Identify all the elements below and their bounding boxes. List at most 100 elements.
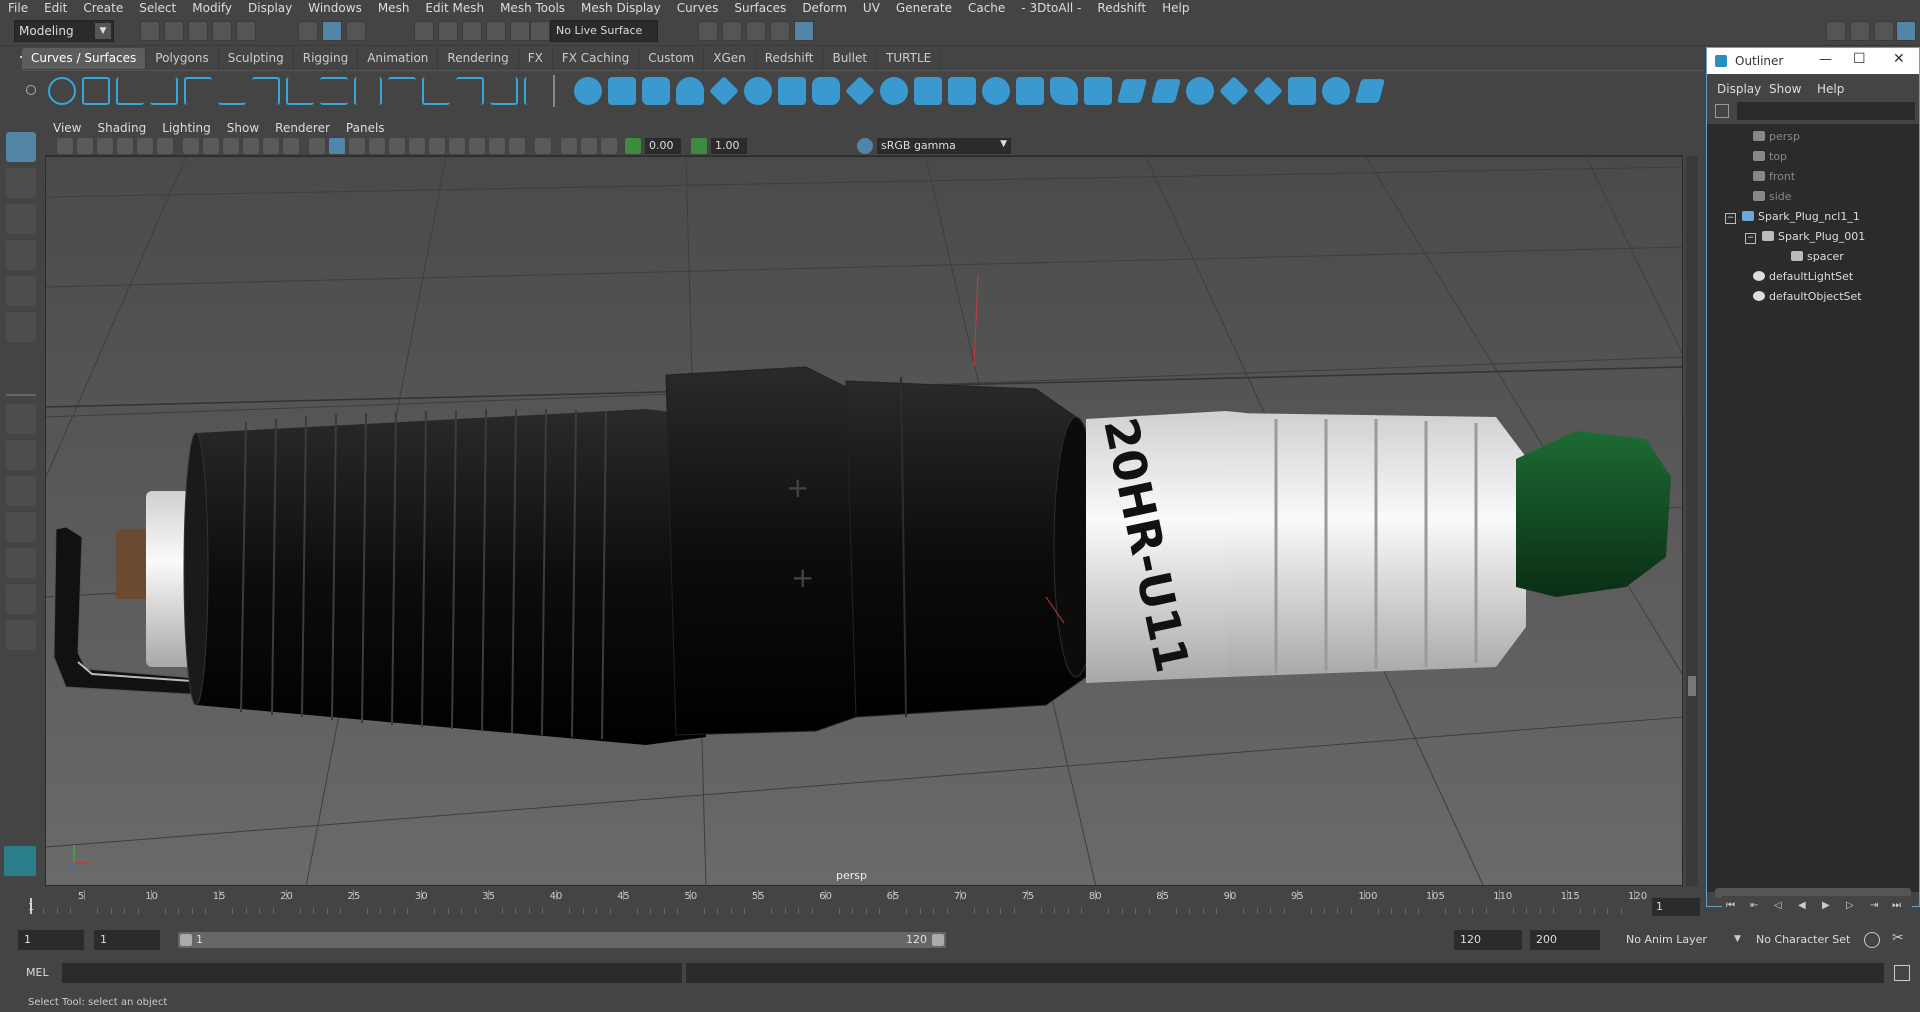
extend-surface-icon[interactable] bbox=[1354, 79, 1386, 103]
persp-graph-layout-icon[interactable] bbox=[6, 512, 36, 542]
shadows-icon[interactable] bbox=[429, 138, 445, 154]
nurbs-cone-icon[interactable] bbox=[676, 77, 704, 105]
untrim-icon[interactable] bbox=[1186, 77, 1214, 105]
command-language-label[interactable]: MEL bbox=[26, 966, 49, 979]
outliner-menu-help[interactable]: Help bbox=[1817, 82, 1844, 96]
select-by-component-icon[interactable] bbox=[346, 21, 366, 41]
revolve-icon[interactable] bbox=[778, 77, 806, 105]
shelf-tab-sculpting[interactable]: Sculpting bbox=[218, 48, 294, 69]
2d-pan-zoom-icon[interactable] bbox=[137, 138, 153, 154]
maximize-icon[interactable]: ☐ bbox=[1853, 51, 1866, 67]
step-back-key-icon[interactable]: ⇤ bbox=[1750, 900, 1758, 911]
wireframe-icon[interactable] bbox=[309, 138, 325, 154]
shelf-tab-rigging[interactable]: Rigging bbox=[293, 48, 359, 69]
snap-live-icon[interactable] bbox=[530, 21, 550, 41]
insert-knot-icon[interactable] bbox=[354, 77, 382, 105]
animation-start-field[interactable]: 1 bbox=[18, 930, 84, 950]
lasso-tool-icon[interactable] bbox=[6, 168, 36, 198]
outliner-filter-icon[interactable] bbox=[1715, 104, 1729, 118]
play-forward-icon[interactable]: ▶ bbox=[1822, 900, 1830, 911]
render-settings-icon[interactable] bbox=[698, 21, 718, 41]
camera-attributes-icon[interactable] bbox=[77, 138, 93, 154]
use-default-material-icon[interactable] bbox=[349, 138, 365, 154]
panel-menu-renderer[interactable]: Renderer bbox=[267, 121, 338, 135]
outliner-item[interactable]: spacer bbox=[1791, 250, 1844, 270]
menu-curves[interactable]: Curves bbox=[669, 1, 727, 15]
render-frame-icon[interactable] bbox=[722, 21, 742, 41]
select-by-hierarchy-icon[interactable] bbox=[298, 21, 318, 41]
trim-tool-icon[interactable] bbox=[1150, 79, 1182, 103]
outliner-item[interactable]: top bbox=[1753, 150, 1787, 170]
go-to-end-icon[interactable]: ⏭ bbox=[1892, 900, 1901, 911]
workspace-layout-icon[interactable] bbox=[1826, 21, 1846, 41]
outliner-item[interactable]: defaultObjectSet bbox=[1753, 290, 1862, 310]
playback-end-field[interactable]: 120 bbox=[1454, 930, 1522, 950]
curve-edit-icon[interactable] bbox=[524, 77, 552, 105]
attach-curves-icon[interactable] bbox=[286, 77, 314, 105]
image-plane-icon[interactable] bbox=[117, 138, 133, 154]
menu-3dtoall[interactable]: - 3DtoAll - bbox=[1013, 1, 1089, 15]
go-to-start-icon[interactable]: ⏮ bbox=[1726, 900, 1735, 911]
menu-cache[interactable]: Cache bbox=[960, 1, 1013, 15]
nurbs-circle-icon[interactable] bbox=[48, 77, 76, 105]
shelf-tab-custom[interactable]: Custom bbox=[639, 48, 705, 69]
xray-joints-icon[interactable] bbox=[581, 138, 597, 154]
outliner-item[interactable]: − Spark_Plug_001 bbox=[1745, 230, 1865, 250]
range-start-handle[interactable] bbox=[180, 934, 192, 946]
outliner-toggle-icon[interactable] bbox=[1896, 21, 1916, 41]
attribute-editor-toggle-icon[interactable] bbox=[1874, 21, 1894, 41]
safe-action-icon[interactable] bbox=[283, 138, 299, 154]
save-scene-icon[interactable] bbox=[188, 21, 208, 41]
reverse-curve-icon[interactable] bbox=[490, 77, 518, 105]
extend-curve-icon[interactable] bbox=[388, 77, 416, 105]
shelf-tab-bullet[interactable]: Bullet bbox=[823, 48, 878, 69]
close-icon[interactable]: ✕ bbox=[1893, 51, 1905, 67]
use-all-lights-icon[interactable] bbox=[409, 138, 425, 154]
outliner-item[interactable]: side bbox=[1753, 190, 1792, 210]
live-surface-field[interactable]: No Live Surface bbox=[550, 20, 658, 42]
menu-select[interactable]: Select bbox=[131, 1, 184, 15]
outliner-item[interactable]: persp bbox=[1753, 130, 1800, 150]
current-frame-field[interactable]: 1 bbox=[1652, 898, 1700, 916]
playback-range-bar[interactable]: 1 120 bbox=[178, 932, 946, 948]
shelf-tab-rendering[interactable]: Rendering bbox=[438, 48, 519, 69]
collapse-icon[interactable]: − bbox=[1745, 233, 1756, 244]
menu-modify[interactable]: Modify bbox=[184, 1, 240, 15]
menu-deform[interactable]: Deform bbox=[794, 1, 855, 15]
grid-toggle-icon[interactable] bbox=[183, 138, 199, 154]
shelf-tab-xgen[interactable]: XGen bbox=[704, 48, 756, 69]
snap-view-plane-icon[interactable] bbox=[486, 21, 506, 41]
menu-uv[interactable]: UV bbox=[855, 1, 888, 15]
bookmark-icon[interactable] bbox=[97, 138, 113, 154]
shelf-tab-curves-surfaces[interactable]: Curves / Surfaces bbox=[22, 48, 147, 69]
snap-point-icon[interactable] bbox=[462, 21, 482, 41]
menu-surfaces[interactable]: Surfaces bbox=[726, 1, 794, 15]
rebuild-curve-icon[interactable] bbox=[456, 77, 484, 105]
view-transform-select[interactable]: sRGB gamma ▼ bbox=[877, 138, 1011, 154]
detach-curves-icon[interactable] bbox=[320, 77, 348, 105]
wireframe-on-shaded-icon[interactable] bbox=[369, 138, 385, 154]
auto-key-icon[interactable] bbox=[1864, 932, 1880, 948]
nurbs-square-icon[interactable] bbox=[82, 77, 110, 105]
shelf-tab-redshift[interactable]: Redshift bbox=[755, 48, 824, 69]
shelf-tab-animation[interactable]: Animation bbox=[358, 48, 439, 69]
square-surface-icon[interactable] bbox=[982, 77, 1010, 105]
time-slider[interactable]: 1 5 10 15 20 25 30 35 40 45 50 55 60 65 70 75 80 85 90 95 1… bbox=[22, 890, 1648, 920]
animation-preferences-icon[interactable]: ✂ bbox=[1892, 930, 1904, 946]
shelf-options-icon[interactable] bbox=[26, 85, 36, 95]
open-scene-icon[interactable] bbox=[164, 21, 184, 41]
select-by-object-icon[interactable] bbox=[322, 21, 342, 41]
boundary-icon[interactable] bbox=[948, 77, 976, 105]
outliner-search-input[interactable] bbox=[1737, 102, 1915, 120]
nurbs-plane-icon[interactable] bbox=[709, 76, 739, 106]
anim-layer-select[interactable]: No Anim Layer bbox=[1620, 930, 1744, 950]
xray-components-icon[interactable] bbox=[601, 138, 617, 154]
isolate-select-icon[interactable] bbox=[535, 138, 551, 154]
cv-curve-icon[interactable] bbox=[116, 77, 144, 105]
ipr-render-icon[interactable] bbox=[746, 21, 766, 41]
range-end-handle[interactable] bbox=[932, 934, 944, 946]
rotate-tool-icon[interactable] bbox=[6, 276, 36, 306]
outliner-titlebar[interactable]: Outliner — ☐ ✕ bbox=[1707, 48, 1919, 74]
four-view-layout-icon[interactable] bbox=[6, 440, 36, 470]
nurbs-cube-icon[interactable] bbox=[608, 77, 636, 105]
